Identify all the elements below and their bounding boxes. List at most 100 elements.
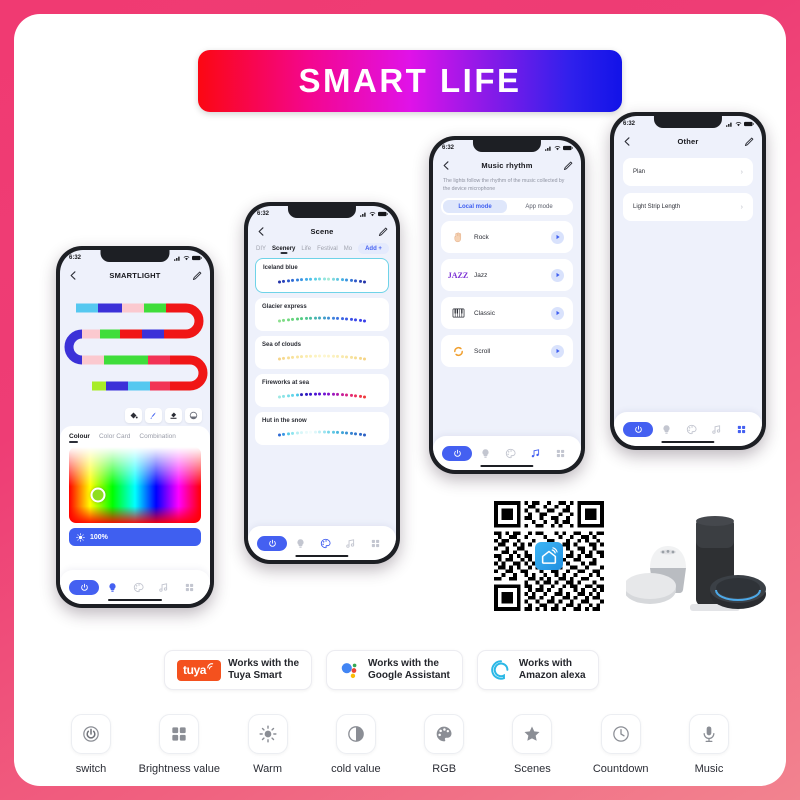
- power-toggle-button[interactable]: [69, 579, 99, 595]
- edit-pencil-icon[interactable]: [562, 160, 573, 171]
- scene-name: Iceland blue: [263, 265, 298, 271]
- led-strip-preview[interactable]: [60, 288, 210, 406]
- eraser-tool[interactable]: [165, 408, 182, 423]
- tab-light[interactable]: [474, 445, 497, 461]
- palette-icon: [436, 726, 452, 742]
- wifi-icon: [369, 212, 376, 217]
- edit-pencil-icon[interactable]: [377, 226, 388, 237]
- feature-label: cold value: [331, 763, 381, 775]
- scene-card[interactable]: Glacier express: [255, 298, 389, 331]
- back-chevron-icon[interactable]: [622, 136, 633, 147]
- power-toggle-button[interactable]: [623, 421, 653, 437]
- tab-light[interactable]: [655, 421, 678, 437]
- star-icon: [524, 726, 540, 741]
- music-row[interactable]: Classic: [441, 297, 573, 330]
- tab-music[interactable]: [524, 445, 547, 461]
- tab-more[interactable]: [730, 421, 753, 437]
- music-note-icon: [712, 424, 721, 434]
- paint-bucket-icon: [130, 412, 138, 419]
- power-toggle-button[interactable]: [257, 535, 287, 551]
- music-row[interactable]: Scroll: [441, 335, 573, 368]
- tab-scene[interactable]: [499, 445, 522, 461]
- back-chevron-icon[interactable]: [68, 270, 79, 281]
- music-name: Jazz: [474, 271, 488, 279]
- chevron-right-icon: ›: [740, 203, 743, 211]
- tab-more[interactable]: [178, 579, 202, 595]
- scene-tab-diy[interactable]: DIY: [256, 246, 266, 252]
- row-plan[interactable]: Plan ›: [623, 158, 753, 186]
- mode-switch: Local mode App mode: [441, 198, 573, 216]
- play-button[interactable]: [551, 306, 564, 320]
- feature-scenes[interactable]: Scenes: [489, 714, 575, 775]
- play-button[interactable]: [551, 344, 564, 358]
- feature-row: switch Brightness value Warm cold value …: [48, 714, 752, 775]
- feature-brightness[interactable]: Brightness value: [136, 714, 222, 775]
- music-note-icon: [346, 538, 355, 548]
- music-row[interactable]: JAZZ Jazz: [441, 259, 573, 292]
- page-title: Scene: [310, 226, 334, 236]
- feature-rgb[interactable]: RGB: [401, 714, 487, 775]
- tuya-logo-text: tuya: [183, 662, 207, 677]
- tab-music[interactable]: [152, 579, 176, 595]
- feature-cold-value[interactable]: cold value: [313, 714, 399, 775]
- google-assistant-icon: [341, 663, 357, 679]
- feature-switch[interactable]: switch: [48, 714, 134, 775]
- add-scene-button[interactable]: Add +: [358, 243, 389, 254]
- scene-card[interactable]: Hut in the snow: [255, 412, 389, 445]
- play-button[interactable]: [551, 268, 564, 282]
- tab-scene[interactable]: [314, 535, 337, 551]
- eraser-icon: [170, 412, 177, 419]
- scene-name: Fireworks at sea: [262, 380, 310, 386]
- scene-tab-life[interactable]: Life: [301, 246, 311, 252]
- row-light-strip-length[interactable]: Light Strip Length ›: [623, 193, 753, 221]
- power-toggle-button[interactable]: [442, 445, 472, 461]
- brush-tool[interactable]: [145, 408, 162, 423]
- power-icon: [80, 583, 88, 591]
- paint-bucket-tool[interactable]: [125, 408, 142, 423]
- tab-color-card[interactable]: Color Card: [99, 433, 130, 440]
- feature-music[interactable]: Music: [666, 714, 752, 775]
- tab-music[interactable]: [339, 535, 362, 551]
- tab-light[interactable]: [289, 535, 312, 551]
- tab-scene[interactable]: [680, 421, 703, 437]
- battery-icon: [563, 145, 573, 151]
- tab-more[interactable]: [364, 535, 387, 551]
- feature-countdown[interactable]: Countdown: [578, 714, 664, 775]
- grid-icon: [556, 449, 565, 457]
- edit-pencil-icon[interactable]: [743, 136, 754, 147]
- badge-google-assistant: Works with the Google Assistant: [326, 650, 463, 690]
- tab-colour[interactable]: Colour: [69, 433, 90, 443]
- feature-warm[interactable]: Warm: [225, 714, 311, 775]
- tab-music[interactable]: [705, 421, 728, 437]
- tab-more[interactable]: [549, 445, 572, 461]
- brightness-slider[interactable]: 100%: [69, 528, 201, 546]
- other-settings-list: Plan › Light Strip Length ›: [614, 150, 762, 221]
- colour-picker-handle[interactable]: [90, 487, 106, 503]
- power-icon: [634, 425, 642, 433]
- drawing-tools: [125, 408, 202, 423]
- back-chevron-icon[interactable]: [256, 226, 267, 237]
- colour-picker-field[interactable]: [69, 447, 201, 523]
- tab-combination[interactable]: Combination: [139, 433, 176, 440]
- scene-card[interactable]: Iceland blue: [255, 258, 389, 293]
- scene-tab-scenery[interactable]: Scenery: [272, 246, 295, 252]
- scene-tab-more[interactable]: Mo: [344, 246, 352, 252]
- partner-badges: tuya Works with the Tuya Smart Works wit…: [164, 650, 668, 690]
- mode-app[interactable]: App mode: [507, 200, 571, 213]
- nav-bar: Other: [614, 132, 762, 150]
- scene-card[interactable]: Sea of clouds: [255, 336, 389, 369]
- play-button[interactable]: [551, 230, 564, 244]
- tab-scene[interactable]: [127, 579, 151, 595]
- microphone-icon: [703, 726, 715, 742]
- scene-tab-festival[interactable]: Festival: [317, 246, 338, 252]
- edit-pencil-icon[interactable]: [191, 270, 202, 281]
- scene-card[interactable]: Fireworks at sea: [255, 374, 389, 407]
- back-chevron-icon[interactable]: [441, 160, 452, 171]
- grid-icon: [185, 583, 193, 591]
- music-row[interactable]: Rock: [441, 221, 573, 254]
- scene-dots: [262, 315, 382, 324]
- bulb-icon: [297, 538, 304, 548]
- segment-picker-tool[interactable]: [185, 408, 202, 423]
- tab-light[interactable]: [101, 579, 125, 595]
- mode-local[interactable]: Local mode: [443, 200, 507, 214]
